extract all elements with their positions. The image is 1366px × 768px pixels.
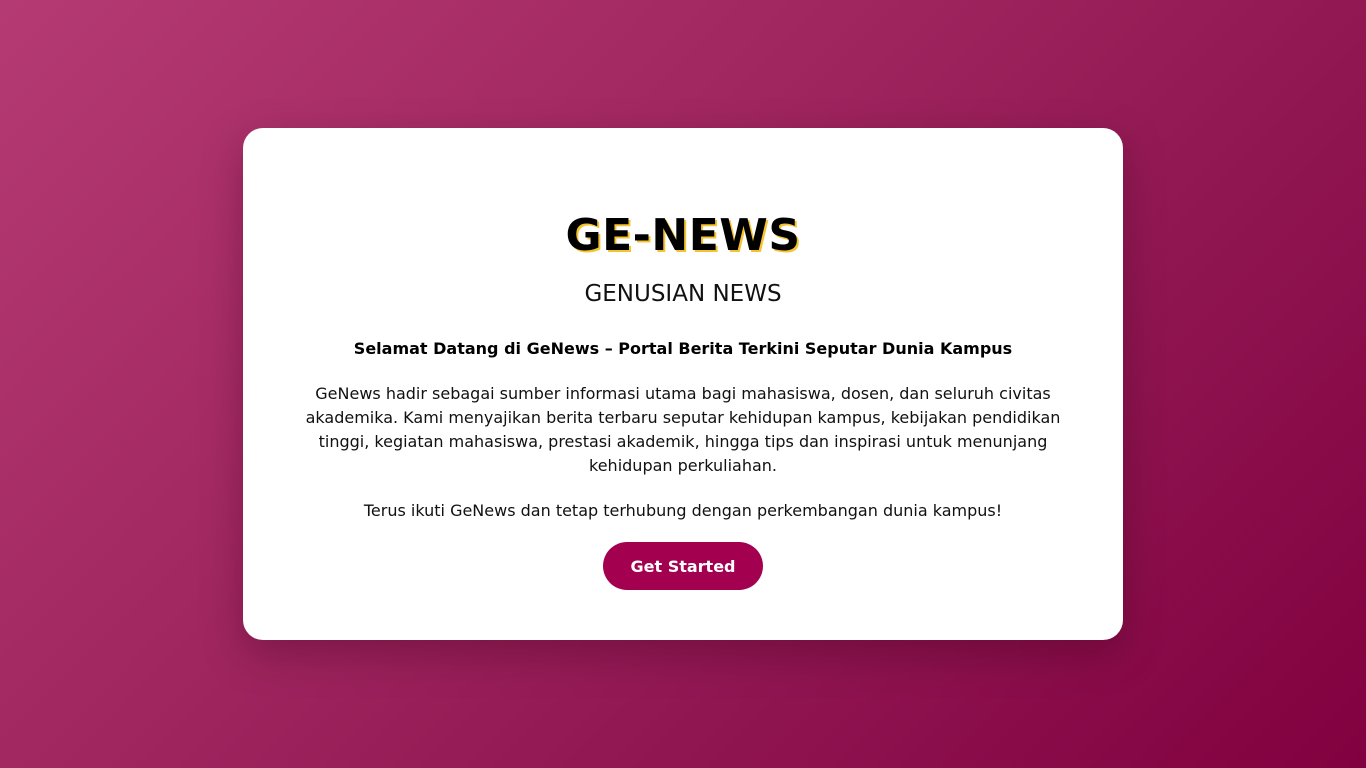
closing-paragraph: Terus ikuti GeNews dan tetap terhubung d… [363,501,1003,520]
welcome-heading: Selamat Datang di GeNews – Portal Berita… [353,339,1013,358]
brand-subtitle: GENUSIAN NEWS [584,281,782,307]
intro-paragraph: GeNews hadir sebagai sumber informasi ut… [305,384,1061,475]
brand-title: GE-NEWS [565,210,801,261]
get-started-button[interactable]: Get Started [603,542,763,590]
welcome-card: GE-NEWS GENUSIAN NEWS Selamat Datang di … [243,128,1123,640]
